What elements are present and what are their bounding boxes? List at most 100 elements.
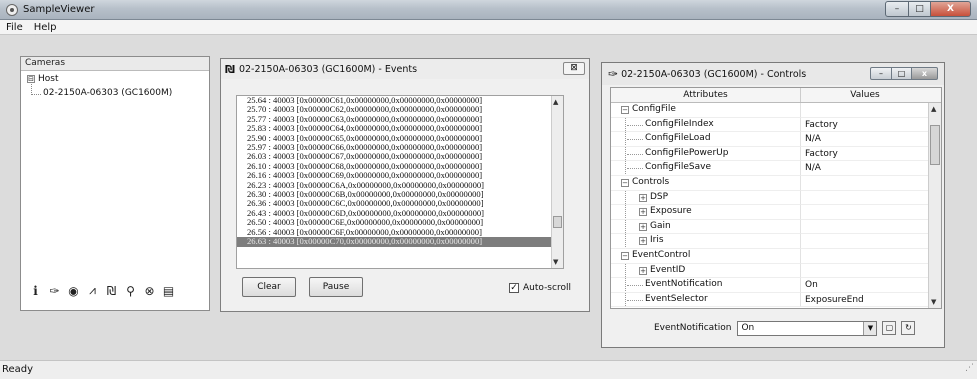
expand-icon[interactable]: + [639,237,647,246]
tree-item-camera[interactable]: 02-2150A-06303 (GC1600M) [43,88,172,98]
events-log[interactable]: 25.64 : 40003 [0x00000C61,0x00000000,0x0… [236,95,564,269]
collapse-icon[interactable]: − [621,106,629,114]
scroll-thumb[interactable] [930,125,940,165]
grid-header: Attributes Values [611,88,941,103]
network-icon[interactable]: ⚲ [124,284,137,298]
tree-connector [627,285,643,287]
events-close-button[interactable]: ⊠ [563,62,585,75]
grid-row[interactable]: EventNotification On [611,278,941,293]
grid-row[interactable]: EventSelector ExposureEnd [611,292,941,308]
value-cell[interactable] [801,103,929,118]
event-line[interactable]: 26.63 : 40003 [0x00000C70,0x00000000,0x0… [237,236,560,247]
grid-row[interactable]: + Iris [611,234,941,249]
controls-close-button[interactable]: x [912,67,938,80]
grid-row[interactable]: ConfigFileLoad N/A [611,132,941,147]
grid-row[interactable]: − EventControl [611,248,941,264]
grid-row[interactable]: − Controls [611,175,941,191]
value-cell[interactable]: N/A [801,132,929,147]
value-cell[interactable]: On [801,278,929,293]
attribute-cell[interactable]: + Iris [611,234,801,249]
attributes-grid[interactable]: Attributes Values − ConfigFile ConfigFileI… [610,87,942,309]
value-cell[interactable] [801,249,929,264]
attribute-cell[interactable]: − ConfigFile [611,103,801,118]
grid-row[interactable]: − ConfigFile [611,103,941,118]
column-attributes[interactable]: Attributes [611,88,801,102]
value-cell[interactable]: Factory [801,118,929,133]
value-cell[interactable]: N/A [801,161,929,176]
expand-icon[interactable]: + [639,222,647,231]
menu-help[interactable]: Help [28,22,62,33]
attribute-cell[interactable]: EventNotification [611,278,801,293]
eye-icon[interactable]: ◉ [67,284,80,298]
attribute-cell[interactable]: ConfigFileSave [611,161,801,176]
controls-minimize-button[interactable]: – [870,67,892,80]
grid-row[interactable]: + Exposure [611,205,941,220]
value-cell[interactable]: Factory [801,147,929,162]
checkbox-icon[interactable]: ✓ [509,283,519,293]
scroll-up-icon[interactable]: ▲ [553,98,558,106]
expand-icon[interactable]: + [639,208,647,217]
events-icon[interactable]: ₪ [105,284,118,298]
pause-button[interactable]: Pause [309,277,363,297]
scroll-down-icon[interactable]: ▼ [553,258,558,266]
signal-icon[interactable]: ⩘ [86,283,99,298]
attribute-cell[interactable]: − Controls [611,175,801,191]
grid-row[interactable]: ConfigFileIndex Factory [611,117,941,133]
events-scrollbar[interactable]: ▲ ▼ [551,96,563,268]
value-cell[interactable] [801,220,929,235]
clear-button[interactable]: Clear [242,277,296,297]
controls-window-controls: – □ x [870,67,938,80]
attribute-cell[interactable]: EventSelector [611,292,801,308]
attribute-cell[interactable]: + Exposure [611,205,801,220]
controls-title: 02-2150A-06303 (GC1600M) - Controls [621,68,807,80]
expand-icon[interactable]: + [639,266,647,275]
grid-row[interactable]: ConfigFileSave N/A [611,161,941,176]
collapse-icon[interactable]: − [621,178,629,187]
attribute-cell[interactable]: ConfigFileIndex [611,117,801,133]
property-label: EventNotification [654,323,732,333]
attribute-cell[interactable]: + DSP [611,190,801,206]
value-cell[interactable] [801,205,929,220]
events-icon: ₪ [225,62,235,76]
property-value: On [741,322,755,333]
close-button[interactable]: X [931,1,971,17]
wrench-icon[interactable]: ✑ [48,284,61,298]
column-values[interactable]: Values [801,88,929,102]
value-cell[interactable] [801,234,929,249]
collapse-icon[interactable]: ⊟ [27,75,35,83]
resize-grip-icon[interactable]: ⋰ [965,359,974,377]
scroll-thumb[interactable] [553,216,562,228]
value-cell[interactable] [801,191,929,206]
attribute-cell[interactable]: ConfigFilePowerUp [611,146,801,162]
value-cell[interactable] [801,264,929,279]
property-value-select[interactable]: On ▼ [737,320,878,336]
value-cell[interactable]: ExposureEnd [801,293,929,308]
tree-item-host[interactable]: ⊟ Host [27,74,59,84]
scroll-up-icon[interactable]: ▲ [931,105,936,113]
grid-row[interactable]: + Gain [611,219,941,235]
info-icon[interactable]: i [29,284,42,298]
scroll-down-icon[interactable]: ▼ [931,298,936,306]
menu-file[interactable]: File [0,22,28,33]
grid-row[interactable]: + DSP [611,190,941,206]
gear-icon[interactable]: ⊗ [143,284,156,298]
attribute-cell[interactable]: + Gain [611,219,801,235]
dropdown-arrow-icon[interactable]: ▼ [863,321,877,335]
grid-row[interactable]: ConfigFilePowerUp Factory [611,146,941,162]
grid-scrollbar[interactable]: ▲ ▼ [928,103,941,308]
refresh-icon[interactable]: ↻ [901,321,916,335]
expand-icon[interactable]: + [639,193,647,202]
minimize-button[interactable]: – [885,1,909,17]
save-icon[interactable]: ▤ [162,284,175,298]
app-eye-icon [6,3,18,16]
apply-icon[interactable]: ▢ [882,321,897,335]
attribute-cell[interactable]: ConfigFileLoad [611,132,801,147]
grid-row[interactable]: + EventID [611,263,941,279]
maximize-button[interactable]: □ [909,1,931,17]
attribute-cell[interactable]: + EventID [611,263,801,279]
value-cell[interactable] [801,176,929,191]
attribute-cell[interactable]: − EventControl [611,248,801,264]
collapse-icon[interactable]: − [621,251,629,260]
autoscroll-checkbox[interactable]: ✓ Auto-scroll [509,283,571,293]
controls-maximize-button[interactable]: □ [892,67,912,80]
